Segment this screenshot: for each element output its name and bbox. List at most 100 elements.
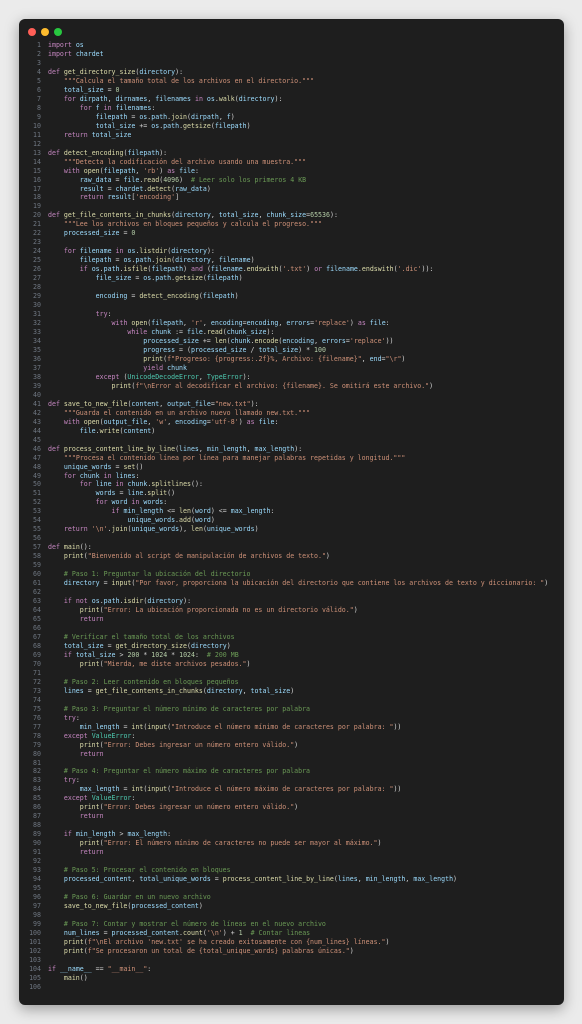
code-line[interactable]: 56 [19, 534, 564, 543]
code-line[interactable]: 90 print("Error: El número mínimo de car… [19, 839, 564, 848]
code-line[interactable]: 42 """Guarda el contenido en un archivo … [19, 409, 564, 418]
code-line[interactable]: 21 """Lee los archivos en bloques pequeñ… [19, 220, 564, 229]
code-line[interactable]: 60 # Paso 1: Preguntar la ubicación del … [19, 570, 564, 579]
code-line[interactable]: 57 def main(): [19, 543, 564, 552]
code-line[interactable]: 65 return [19, 615, 564, 624]
code-line[interactable]: 75 # Paso 3: Preguntar el número mínimo … [19, 705, 564, 714]
code-line[interactable]: 48 unique_words = set() [19, 463, 564, 472]
code-line[interactable]: 77 min_length = int(input("Introduce el … [19, 723, 564, 732]
code-line[interactable]: 14 """Detecta la codificación del archiv… [19, 158, 564, 167]
zoom-button[interactable] [54, 28, 62, 36]
code-line[interactable]: 82 # Paso 4: Preguntar el número máximo … [19, 767, 564, 776]
code-line[interactable]: 79 print("Error: Debes ingresar un númer… [19, 741, 564, 750]
code-line[interactable]: 71 [19, 669, 564, 678]
code-line[interactable]: 63 if not os.path.isdir(directory): [19, 597, 564, 606]
code-line[interactable]: 89 if min_length > max_length: [19, 830, 564, 839]
code-line[interactable]: 67 # Verificar el tamaño total de los ar… [19, 633, 564, 642]
code-line[interactable]: 41 def save_to_new_file(content, output_f… [19, 400, 564, 409]
code-line[interactable]: 59 [19, 561, 564, 570]
code-line[interactable]: 7 for dirpath, dirnames, filenames in os… [19, 95, 564, 104]
code-line[interactable]: 10 total_size += os.path.getsize(filepat… [19, 122, 564, 131]
code-line[interactable]: 102 print(f"Se procesaron un total de {t… [19, 947, 564, 956]
code-line[interactable]: 47 """Procesa el contenido línea por lín… [19, 454, 564, 463]
code-line[interactable]: 22 processed_size = 0 [19, 229, 564, 238]
code-line[interactable]: 106 [19, 983, 564, 992]
code-line[interactable]: 83 try: [19, 776, 564, 785]
code-line[interactable]: 35 progress = (processed_size / total_si… [19, 346, 564, 355]
code-line[interactable]: 51 words = line.split() [19, 489, 564, 498]
code-line[interactable]: 69 if total_size > 200 * 1024 * 1024: # … [19, 651, 564, 660]
code-line[interactable]: 9 filepath = os.path.join(dirpath, f) [19, 113, 564, 122]
code-line[interactable]: 36 print(f"Progreso: {progress:.2f}%, Ar… [19, 355, 564, 364]
code-line[interactable]: 64 print("Error: La ubicación proporcion… [19, 606, 564, 615]
code-line[interactable]: 74 [19, 696, 564, 705]
code-line[interactable]: 44 file.write(content) [19, 427, 564, 436]
code-line[interactable]: 101 print(f"\nEl archivo 'new.txt' se ha… [19, 938, 564, 947]
code-line[interactable]: 86 print("Error: Debes ingresar un númer… [19, 803, 564, 812]
code-line[interactable]: 66 [19, 624, 564, 633]
code-line[interactable]: 18 return result['encoding'] [19, 193, 564, 202]
code-line[interactable]: 6 total_size = 0 [19, 86, 564, 95]
code-line[interactable]: 38 except (UnicodeDecodeError, TypeError… [19, 373, 564, 382]
code-line[interactable]: 19 [19, 202, 564, 211]
code-line[interactable]: 104 if __name__ == "__main__": [19, 965, 564, 974]
code-line[interactable]: 11 return total_size [19, 131, 564, 140]
code-line[interactable]: 92 [19, 857, 564, 866]
code-line[interactable]: 105 main() [19, 974, 564, 983]
code-line[interactable]: 103 [19, 956, 564, 965]
code-line[interactable]: 26 if os.path.isfile(filepath) and (file… [19, 265, 564, 274]
code-line[interactable]: 34 processed_size += len(chunk.encode(en… [19, 337, 564, 346]
code-line[interactable]: 70 print("Mierda, me diste archivos pesa… [19, 660, 564, 669]
code-line[interactable]: 23 [19, 238, 564, 247]
code-line[interactable]: 33 while chunk := file.read(chunk_size): [19, 328, 564, 337]
code-line[interactable]: 39 print(f"\nError al decodificar el arc… [19, 382, 564, 391]
code-line[interactable]: 76 try: [19, 714, 564, 723]
code-line[interactable]: 5 """Calcula el tamaño total de los arch… [19, 77, 564, 86]
code-area[interactable]: 1 import os 2 import chardet 3 4 def get_direc… [19, 41, 564, 992]
code-line[interactable]: 15 with open(filepath, 'rb') as file: [19, 167, 564, 176]
code-line[interactable]: 80 return [19, 750, 564, 759]
code-line[interactable]: 3 [19, 59, 564, 68]
code-line[interactable]: 37 yield chunk [19, 364, 564, 373]
code-line[interactable]: 16 raw_data = file.read(4096) # Leer sol… [19, 176, 564, 185]
close-button[interactable] [28, 28, 36, 36]
code-line[interactable]: 27 file_size = os.path.getsize(filepath) [19, 274, 564, 283]
code-line[interactable]: 97 save_to_new_file(processed_content) [19, 902, 564, 911]
code-line[interactable]: 52 for word in words: [19, 498, 564, 507]
minimize-button[interactable] [41, 28, 49, 36]
code-line[interactable]: 78 except ValueError: [19, 732, 564, 741]
code-line[interactable]: 1 import os [19, 41, 564, 50]
code-line[interactable]: 55 return '\n'.join(unique_words), len(u… [19, 525, 564, 534]
code-line[interactable]: 96 # Paso 6: Guardar en un nuevo archivo [19, 893, 564, 902]
code-line[interactable]: 30 [19, 301, 564, 310]
code-line[interactable]: 94 processed_content, total_unique_words… [19, 875, 564, 884]
code-line[interactable]: 84 max_length = int(input("Introduce el … [19, 785, 564, 794]
code-line[interactable]: 68 total_size = get_directory_size(direc… [19, 642, 564, 651]
code-line[interactable]: 24 for filename in os.listdir(directory)… [19, 247, 564, 256]
code-line[interactable]: 31 try: [19, 310, 564, 319]
code-line[interactable]: 61 directory = input("Por favor, proporc… [19, 579, 564, 588]
code-line[interactable]: 4 def get_directory_size(directory): [19, 68, 564, 77]
code-line[interactable]: 20 def get_file_contents_in_chunks(direct… [19, 211, 564, 220]
code-line[interactable]: 91 return [19, 848, 564, 857]
code-line[interactable]: 50 for line in chunk.splitlines(): [19, 480, 564, 489]
code-line[interactable]: 40 [19, 391, 564, 400]
code-line[interactable]: 29 encoding = detect_encoding(filepath) [19, 292, 564, 301]
code-line[interactable]: 62 [19, 588, 564, 597]
code-line[interactable]: 81 [19, 759, 564, 768]
code-line[interactable]: 85 except ValueError: [19, 794, 564, 803]
code-line[interactable]: 93 # Paso 5: Procesar el contenido en bl… [19, 866, 564, 875]
code-line[interactable]: 12 [19, 140, 564, 149]
code-line[interactable]: 98 [19, 911, 564, 920]
code-line[interactable]: 25 filepath = os.path.join(directory, fi… [19, 256, 564, 265]
code-line[interactable]: 17 result = chardet.detect(raw_data) [19, 185, 564, 194]
code-line[interactable]: 45 [19, 436, 564, 445]
code-line[interactable]: 53 if min_length <= len(word) <= max_len… [19, 507, 564, 516]
code-line[interactable]: 46 def process_content_line_by_line(lines… [19, 445, 564, 454]
code-line[interactable]: 88 [19, 821, 564, 830]
code-line[interactable]: 72 # Paso 2: Leer contenido en bloques p… [19, 678, 564, 687]
code-line[interactable]: 43 with open(output_file, 'w', encoding=… [19, 418, 564, 427]
code-line[interactable]: 99 # Paso 7: Contar y mostrar el número … [19, 920, 564, 929]
code-line[interactable]: 8 for f in filenames: [19, 104, 564, 113]
code-line[interactable]: 87 return [19, 812, 564, 821]
